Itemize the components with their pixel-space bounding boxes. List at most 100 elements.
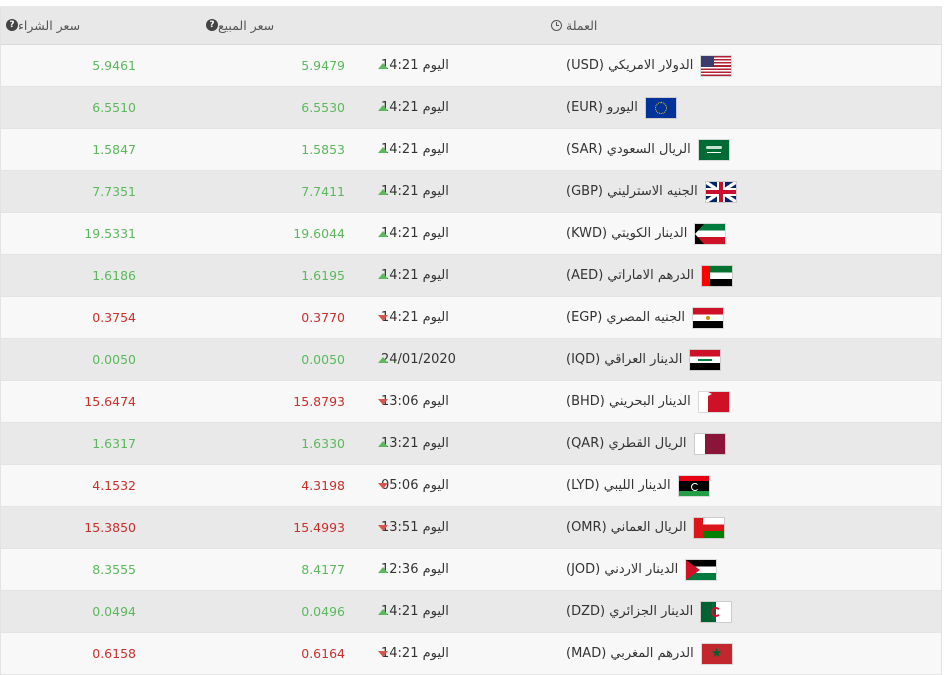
arrow-up-icon [378, 230, 388, 237]
currency-cell[interactable]: الدينار البحريني (BHD) [566, 381, 936, 422]
table-header: العملة سعر المبيع ? سعر الشراء ? [1, 6, 941, 45]
currency-cell[interactable]: الريال السعودي (SAR) [566, 129, 936, 170]
flag-bahrain-icon [698, 391, 729, 412]
currency-name[interactable]: الريال العماني (OMR) [566, 520, 686, 535]
currency-name[interactable]: الدينار الاردني (JOD) [566, 562, 678, 577]
currency-name[interactable]: الدرهم المغربي (MAD) [566, 646, 694, 661]
currency-name[interactable]: الدينار العراقي (IQD) [566, 352, 682, 367]
sell-price: 1.5853 [301, 142, 345, 157]
currency-cell[interactable]: الدينار الليبي (LYD) [566, 465, 936, 506]
currency-name[interactable]: الجنيه المصري (EGP) [566, 310, 685, 325]
currency-name[interactable]: الدينار الكويتي (KWD) [566, 226, 687, 241]
currency-name[interactable]: الدينار الليبي (LYD) [566, 478, 671, 493]
table-row[interactable]: الدينار الكويتي (KWD) اليوم 14:21 19.6044 1… [1, 213, 941, 255]
buy-price: 1.5847 [92, 142, 136, 157]
table-row[interactable]: الدينار العراقي (IQD) 24/01/2020 0.0050 0.0… [1, 339, 941, 381]
table-row[interactable]: الدولار الامريكي (USD) اليوم 14:21 5.9479 5… [1, 45, 941, 87]
table-row[interactable]: الدينار الاردني (JOD) اليوم 12:36 8.4177 8.… [1, 549, 941, 591]
update-time: اليوم 14:21 [381, 310, 449, 325]
currency-cell[interactable]: الدينار الكويتي (KWD) [566, 213, 936, 254]
currency-cell[interactable]: الدرهم الاماراتي (AED) [566, 255, 936, 296]
flag-uk-icon [705, 181, 736, 202]
buy-price: 0.0494 [92, 604, 136, 619]
buy-price: 6.5510 [92, 100, 136, 115]
sell-price: 0.0050 [301, 352, 345, 367]
flag-saudi-icon [698, 139, 729, 160]
arrow-up-icon [378, 188, 388, 195]
update-time: اليوم 14:21 [381, 226, 449, 241]
currency-cell[interactable]: الدينار العراقي (IQD) [566, 339, 936, 380]
arrow-down-icon [378, 524, 388, 531]
currency-name[interactable]: اليورو (EUR) [566, 100, 638, 115]
update-time: اليوم 14:21 [381, 58, 449, 73]
table-row[interactable]: الجنيه الاسترليني (GBP) اليوم 14:21 7.7411… [1, 171, 941, 213]
buy-price: 19.5331 [84, 226, 136, 241]
table-row[interactable]: الدينار الجزائري (DZD) اليوم 14:21 0.0496 0… [1, 591, 941, 633]
currency-table: العملة سعر المبيع ? سعر الشراء ? الدولار… [0, 6, 942, 675]
currency-cell[interactable]: الجنيه المصري (EGP) [566, 297, 936, 338]
update-time: اليوم 13:06 [381, 394, 449, 409]
arrow-down-icon [378, 650, 388, 657]
table-row[interactable]: الدينار البحريني (BHD) اليوم 13:06 15.8793… [1, 381, 941, 423]
sell-header-label: سعر المبيع [218, 17, 275, 33]
buy-price: 8.3555 [92, 562, 136, 577]
update-time: اليوم 05:06 [381, 478, 449, 493]
flag-usa-icon [701, 55, 732, 76]
arrow-down-icon [378, 314, 388, 321]
currency-name[interactable]: الريال القطري (QAR) [566, 436, 687, 451]
currency-cell[interactable]: الريال العماني (OMR) [566, 507, 936, 548]
update-time: 24/01/2020 [381, 352, 456, 367]
table-row[interactable]: الريال السعودي (SAR) اليوم 14:21 1.5853 1.5… [1, 129, 941, 171]
currency-name[interactable]: الريال السعودي (SAR) [566, 142, 691, 157]
table-row[interactable]: اليورو (EUR) اليوم 14:21 6.5530 6.5510 [1, 87, 941, 129]
help-icon[interactable]: ? [6, 19, 18, 31]
update-time: اليوم 14:21 [381, 142, 449, 157]
arrow-up-icon [378, 272, 388, 279]
table-row[interactable]: الريال القطري (QAR) اليوم 13:21 1.6330 1.63… [1, 423, 941, 465]
currency-cell[interactable]: اليورو (EUR) [566, 87, 936, 128]
flag-jordan-icon [686, 559, 717, 580]
currency-name[interactable]: الجنيه الاسترليني (GBP) [566, 184, 698, 199]
buy-price: 15.3850 [84, 520, 136, 535]
currency-name[interactable]: الدينار الجزائري (DZD) [566, 604, 693, 619]
currency-column-header: العملة [566, 6, 936, 44]
flag-libya-icon [678, 475, 709, 496]
sell-price: 0.6164 [301, 646, 345, 661]
buy-price: 0.6158 [92, 646, 136, 661]
update-time: اليوم 12:36 [381, 562, 449, 577]
buy-price: 0.0050 [92, 352, 136, 367]
table-row[interactable]: الجنيه المصري (EGP) اليوم 14:21 0.3770 0.37… [1, 297, 941, 339]
table-row[interactable]: الدينار الليبي (LYD) اليوم 05:06 4.3198 4.1… [1, 465, 941, 507]
sell-price: 6.5530 [301, 100, 345, 115]
currency-name[interactable]: الدينار البحريني (BHD) [566, 394, 691, 409]
currency-name[interactable]: الدرهم الاماراتي (AED) [566, 268, 694, 283]
table-row[interactable]: الدرهم الاماراتي (AED) اليوم 14:21 1.6195 1… [1, 255, 941, 297]
currency-cell[interactable]: الدينار الاردني (JOD) [566, 549, 936, 590]
buy-price: 4.1532 [92, 478, 136, 493]
flag-oman-icon [694, 517, 725, 538]
currency-cell[interactable]: الدرهم المغربي (MAD) [566, 633, 936, 674]
flag-iraq-icon [690, 349, 721, 370]
buy-column-header: سعر الشراء ? [1, 6, 136, 44]
sell-column-header: سعر المبيع ? [201, 6, 341, 44]
buy-price: 1.6186 [92, 268, 136, 283]
buy-price: 1.6317 [92, 436, 136, 451]
currency-cell[interactable]: الدينار الجزائري (DZD) [566, 591, 936, 632]
sell-price: 0.3770 [301, 310, 345, 325]
flag-egypt-icon [693, 307, 724, 328]
help-icon[interactable]: ? [206, 19, 218, 31]
buy-price: 5.9461 [92, 58, 136, 73]
table-row[interactable]: الريال العماني (OMR) اليوم 13:51 15.4993 15… [1, 507, 941, 549]
sell-price: 1.6330 [301, 436, 345, 451]
currency-cell[interactable]: الدولار الامريكي (USD) [566, 45, 936, 86]
currency-cell[interactable]: الجنيه الاسترليني (GBP) [566, 171, 936, 212]
arrow-up-icon [378, 608, 388, 615]
table-row[interactable]: الدرهم المغربي (MAD) اليوم 14:21 0.6164 0.6… [1, 633, 941, 675]
arrow-down-icon [378, 398, 388, 405]
sell-price: 15.4993 [293, 520, 345, 535]
arrow-up-icon [378, 440, 388, 447]
update-time: اليوم 13:51 [381, 520, 449, 535]
buy-price: 15.6474 [84, 394, 136, 409]
currency-cell[interactable]: الريال القطري (QAR) [566, 423, 936, 464]
currency-name[interactable]: الدولار الامريكي (USD) [566, 58, 693, 73]
